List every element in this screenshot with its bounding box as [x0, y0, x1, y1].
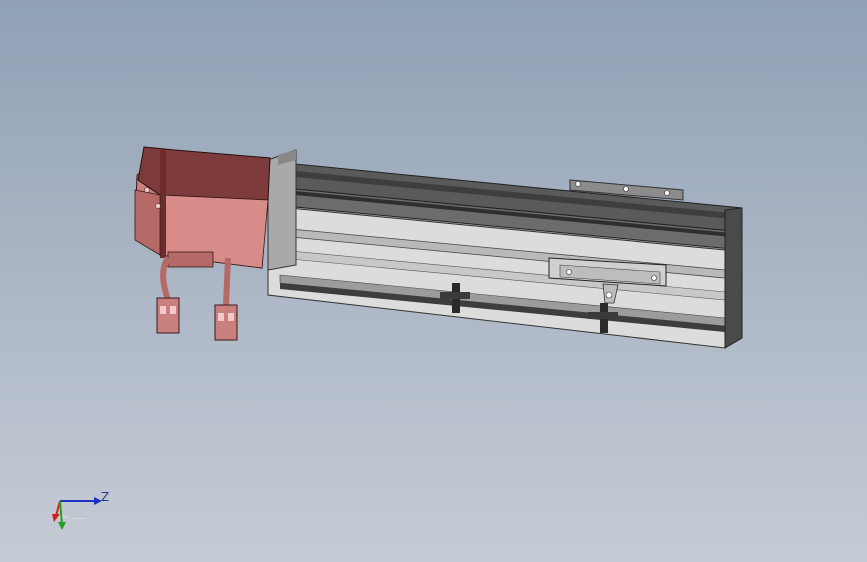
- y-axis-arrow-icon: [58, 522, 66, 530]
- x-axis-arrow-icon: [52, 514, 60, 522]
- motor-cable-right: [223, 257, 231, 306]
- servo-motor[interactable]: [134, 146, 271, 269]
- linear-actuator-body[interactable]: [267, 149, 743, 349]
- motor-cable-left: [160, 256, 171, 301]
- model-view[interactable]: [0, 0, 867, 562]
- connector-right[interactable]: [214, 304, 238, 341]
- graphics-viewport[interactable]: Z: [0, 0, 867, 562]
- y-axis-line: [59, 500, 63, 525]
- connector-left[interactable]: [156, 297, 180, 334]
- z-axis-label: Z: [101, 490, 110, 504]
